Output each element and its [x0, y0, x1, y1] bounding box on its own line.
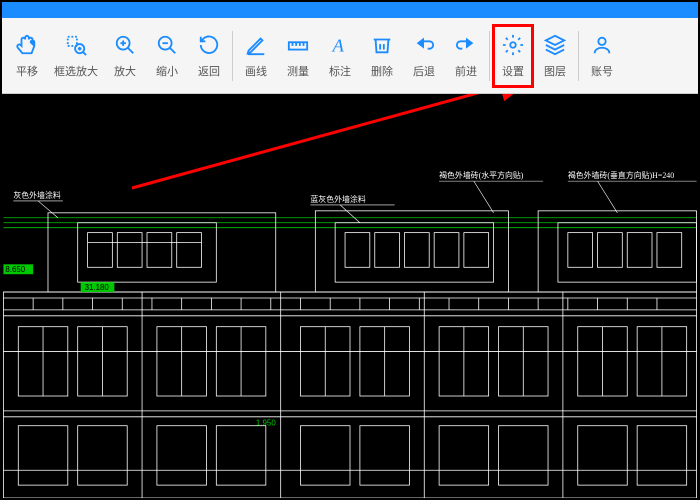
tool-label: 返回 [198, 63, 220, 79]
tool-label: 前进 [455, 63, 477, 79]
layers-button[interactable]: 图层 [534, 24, 576, 88]
toolbar: 平移框选放大放大 缩小 返回 画线 测量 A 标注 删除 后退 前进 设置 图层 账号 [2, 18, 698, 94]
tool-label: 删除 [371, 63, 393, 79]
drawing-canvas[interactable]: 灰色外墙涂料 蓝灰色外墙涂料 褐色外墙砖(水平方向贴) 褐色外墙砖(垂直方向贴)… [2, 94, 698, 498]
redo-button[interactable]: 前进 [445, 24, 487, 88]
annotation-text: 灰色外墙涂料 [13, 190, 61, 200]
delete-button[interactable]: 删除 [361, 24, 403, 88]
tool-label: 缩小 [156, 63, 178, 79]
toolbar-divider [489, 31, 490, 81]
tool-label: 平移 [16, 63, 38, 79]
svg-text:31.180: 31.180 [85, 283, 110, 292]
tool-label: 放大 [114, 63, 136, 79]
tool-label: 设置 [502, 63, 524, 79]
undo-icon [412, 33, 436, 57]
annotation-text: 褐色外墙砖(垂直方向贴)H=240 [568, 170, 674, 180]
svg-text:8.650: 8.650 [5, 265, 25, 274]
toolbar-divider [232, 31, 233, 81]
cad-drawing: 灰色外墙涂料 蓝灰色外墙涂料 褐色外墙砖(水平方向贴) 褐色外墙砖(垂直方向贴)… [2, 94, 698, 498]
line-button[interactable]: 画线 [235, 24, 277, 88]
layers-icon [543, 33, 567, 57]
back-button[interactable]: 返回 [188, 24, 230, 88]
account-button[interactable]: 账号 [581, 24, 623, 88]
zoom-window-icon [64, 33, 88, 57]
redo-icon [454, 33, 478, 57]
svg-text:A: A [332, 35, 345, 55]
zoom-window-button[interactable]: 框选放大 [48, 24, 104, 88]
back-icon [197, 33, 221, 57]
annotation-text: 褐色外墙砖(水平方向贴) [439, 170, 524, 180]
toolbar-group: 账号 [581, 18, 623, 93]
tool-label: 画线 [245, 63, 267, 79]
tool-label: 账号 [591, 63, 613, 79]
svg-text:1.950: 1.950 [256, 419, 276, 428]
tool-label: 测量 [287, 63, 309, 79]
zoom-in-icon [113, 33, 137, 57]
toolbar-group: 设置 图层 [492, 18, 576, 93]
toolbar-group: 平移框选放大放大 缩小 返回 [6, 18, 230, 93]
annotate-button[interactable]: A 标注 [319, 24, 361, 88]
gear-icon [501, 33, 525, 57]
tool-label: 框选放大 [54, 63, 98, 79]
ruler-icon [286, 33, 310, 57]
pencil-icon [244, 33, 268, 57]
trash-icon [370, 33, 394, 57]
text-icon: A [328, 33, 352, 57]
tool-label: 图层 [544, 63, 566, 79]
settings-button[interactable]: 设置 [492, 24, 534, 88]
pan-button[interactable]: 平移 [6, 24, 48, 88]
toolbar-group: 画线 测量 A 标注 删除 后退 前进 [235, 18, 487, 93]
toolbar-divider [578, 31, 579, 81]
undo-button[interactable]: 后退 [403, 24, 445, 88]
tool-label: 后退 [413, 63, 435, 79]
annotation-text: 蓝灰色外墙涂料 [310, 194, 365, 204]
zoom-out-icon [155, 33, 179, 57]
zoom-in-button[interactable]: 放大 [104, 24, 146, 88]
tool-label: 标注 [329, 63, 351, 79]
measure-button[interactable]: 测量 [277, 24, 319, 88]
hand-icon [15, 33, 39, 57]
title-bar [2, 2, 698, 18]
user-icon [590, 33, 614, 57]
zoom-out-button[interactable]: 缩小 [146, 24, 188, 88]
